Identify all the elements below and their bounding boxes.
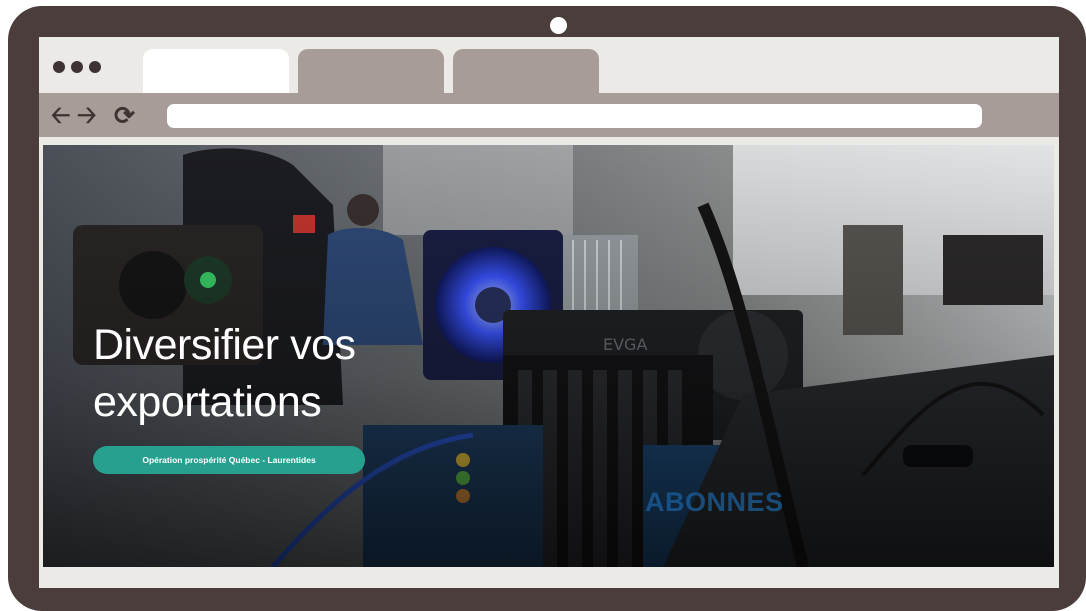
watermark-text: ABONNES (645, 487, 784, 517)
navigation-bar: 🡠 🡢 ⟳ (39, 95, 1059, 137)
hero-title-line2: exportations (93, 378, 322, 426)
window-dot-close[interactable] (53, 61, 65, 73)
hero-cta-button[interactable]: Opération prospérité Québec - Laurentide… (93, 446, 365, 474)
tab-bar (39, 37, 1059, 95)
window-controls (53, 61, 101, 73)
page-viewport: EVGA (43, 145, 1054, 567)
tab-second[interactable] (298, 49, 444, 95)
screen-bottom-strip (39, 567, 1059, 588)
tab-third[interactable] (453, 49, 599, 95)
hero-title-line1: Diversifier vos (93, 321, 356, 369)
browser-window: 🡠 🡢 ⟳ Diversifier vos exportations Opéra… (39, 37, 1059, 588)
tab-active[interactable] (143, 49, 289, 95)
arrow-right-icon[interactable]: 🡢 (77, 99, 96, 133)
device-frame: 🡠 🡢 ⟳ Diversifier vos exportations Opéra… (8, 6, 1086, 611)
hero-title: Diversifier vos exportations (93, 317, 356, 431)
reload-icon[interactable]: ⟳ (114, 99, 135, 133)
camera-dot (550, 17, 567, 34)
window-dot-maximize[interactable] (89, 61, 101, 73)
arrow-left-icon[interactable]: 🡠 (51, 99, 70, 133)
address-bar[interactable] (167, 104, 982, 128)
window-dot-minimize[interactable] (71, 61, 83, 73)
